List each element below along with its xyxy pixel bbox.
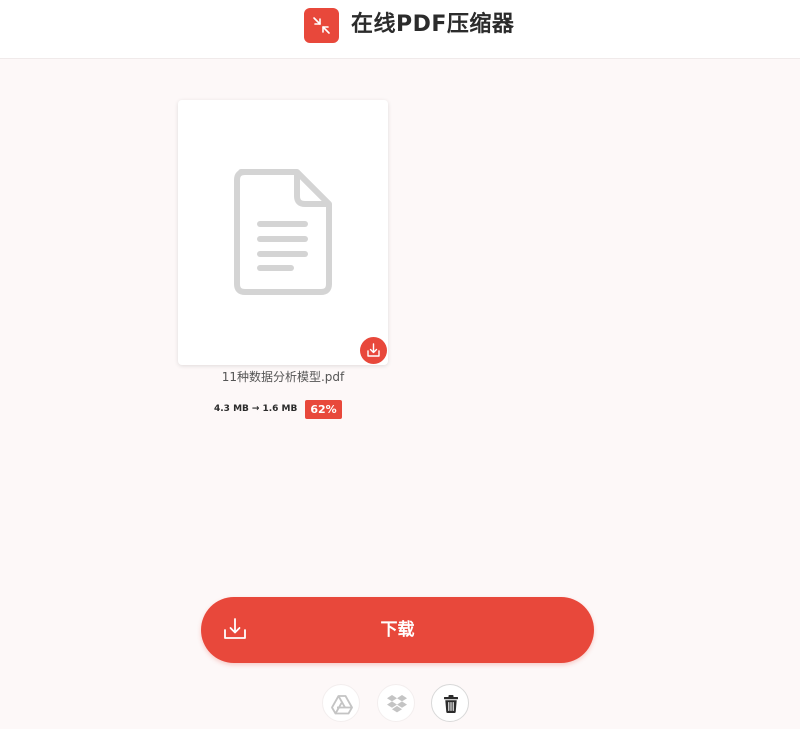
- trash-icon: [444, 695, 458, 713]
- google-drive-button[interactable]: [322, 684, 360, 722]
- original-size: 4.3 MB: [214, 404, 249, 414]
- download-icon: [367, 343, 380, 357]
- google-drive-icon: [331, 695, 353, 715]
- dropbox-button[interactable]: [377, 684, 415, 722]
- reduction-badge: 62%: [305, 399, 342, 419]
- delete-button[interactable]: [431, 684, 469, 722]
- file-card[interactable]: [178, 100, 388, 365]
- download-button[interactable]: 下载: [201, 597, 594, 663]
- compressed-size: 1.6 MB: [262, 404, 298, 414]
- compress-arrows-icon: [304, 8, 339, 43]
- dropbox-icon: [387, 695, 407, 713]
- file-name: 11种数据分析模型.pdf: [221, 370, 345, 384]
- size-arrow: →: [251, 404, 260, 414]
- file-download-button[interactable]: [360, 337, 387, 364]
- header: 在线PDF压缩器: [0, 0, 800, 58]
- page-title: 在线PDF压缩器: [351, 12, 515, 37]
- document-icon: [234, 169, 332, 295]
- download-label: 下载: [380, 620, 415, 640]
- size-info: 4.3 MB → 1.6 MB 62%: [214, 398, 342, 420]
